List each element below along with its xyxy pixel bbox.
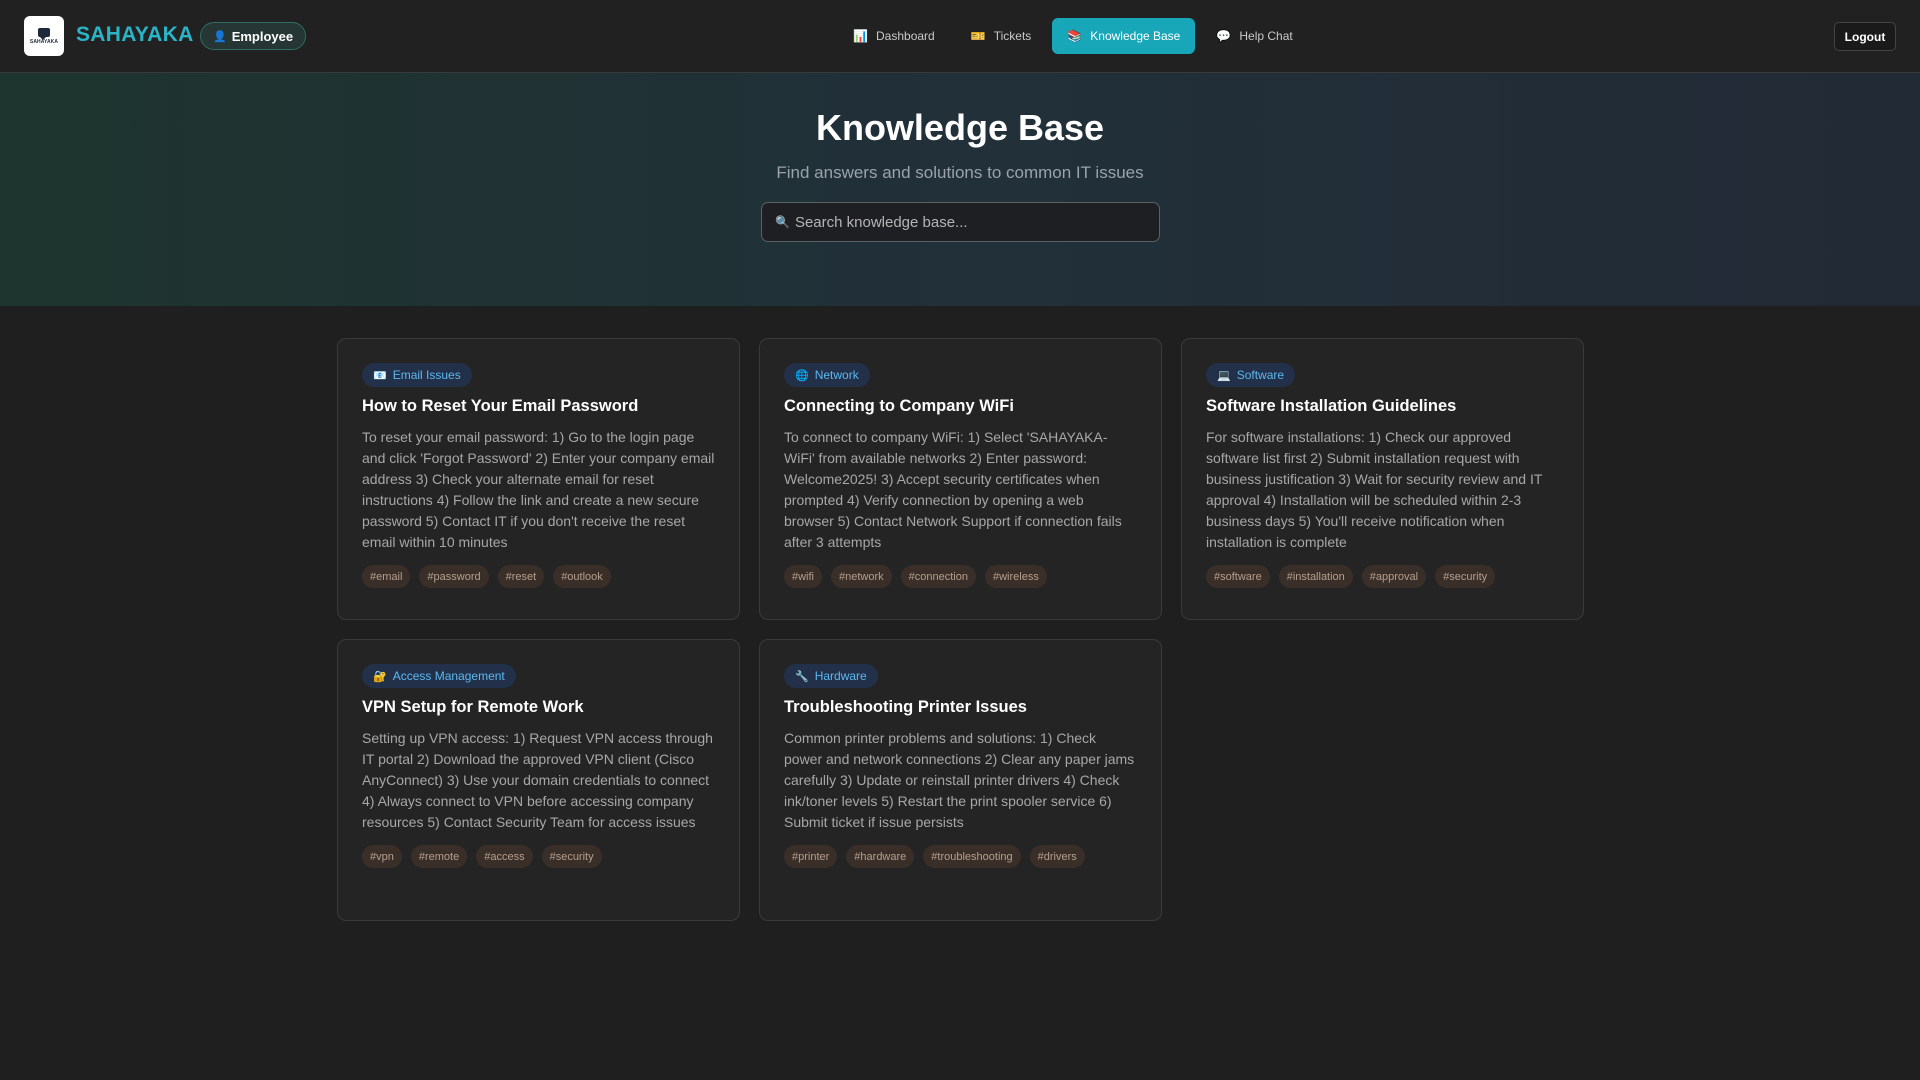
page-title: Knowledge Base xyxy=(815,107,1105,148)
tag[interactable]: #reset xyxy=(497,565,545,588)
nav-label: Dashboard xyxy=(876,29,935,43)
page-subtitle: Find answers and solutions to common IT … xyxy=(776,163,1144,182)
laptop-icon: 💻 xyxy=(1217,369,1231,382)
tag[interactable]: #printer xyxy=(784,845,838,868)
search-icon: 🔍 xyxy=(775,215,790,229)
tag-list: #email #password #reset #outlook xyxy=(362,565,715,588)
tag-list: #printer #hardware #troubleshooting #dri… xyxy=(784,845,1137,868)
tag[interactable]: #software xyxy=(1206,565,1270,588)
top-navbar: SAHAYAKA SAHAYAKA 👤 Employee 📊 Dashboard… xyxy=(0,0,1920,73)
wrench-icon: 🔧 xyxy=(795,670,809,683)
books-icon: 📚 xyxy=(1067,29,1083,43)
tag[interactable]: #remote xyxy=(410,845,468,868)
article-card[interactable]: 🌐 Network Connecting to Company WiFi To … xyxy=(759,338,1162,620)
category-badge: 🌐 Network xyxy=(784,363,870,387)
nav-knowledge-base[interactable]: 📚 Knowledge Base xyxy=(1052,18,1196,54)
globe-icon: 🌐 xyxy=(795,369,809,382)
tag[interactable]: #approval xyxy=(1361,565,1427,588)
nav-dashboard[interactable]: 📊 Dashboard xyxy=(838,18,950,54)
nav-tickets[interactable]: 🎫 Tickets xyxy=(956,18,1047,54)
user-icon: 👤 xyxy=(213,30,227,43)
role-badge-label: Employee xyxy=(231,28,294,44)
tag[interactable]: #access xyxy=(476,845,533,868)
article-body: To reset your email password: 1) Go to t… xyxy=(362,429,715,550)
category-badge: 📧 Email Issues xyxy=(362,363,472,387)
email-icon: 📧 xyxy=(373,369,387,382)
article-card[interactable]: 🔐 Access Management VPN Setup for Remote… xyxy=(337,639,740,921)
tag[interactable]: #security xyxy=(1435,565,1496,588)
tag[interactable]: #drivers xyxy=(1029,845,1085,868)
tag[interactable]: #vpn xyxy=(362,845,402,868)
role-badge: 👤 Employee xyxy=(200,22,307,50)
hero-section: Knowledge Base Find answers and solution… xyxy=(0,73,1920,306)
tag-list: #vpn #remote #access #security xyxy=(362,845,715,868)
article-card[interactable]: 🔧 Hardware Troubleshooting Printer Issue… xyxy=(759,639,1162,921)
nav-label: Tickets xyxy=(993,29,1032,43)
article-title[interactable]: Software Installation Guidelines xyxy=(1206,397,1559,416)
article-body: To connect to company WiFi: 1) Select 'S… xyxy=(784,429,1122,550)
nav-help-chat[interactable]: 💬 Help Chat xyxy=(1201,18,1307,54)
speech-bubble-icon: 💬 xyxy=(1216,29,1232,43)
tag[interactable]: #security xyxy=(541,845,602,868)
category-label: Network xyxy=(814,368,859,382)
category-badge: 🔐 Access Management xyxy=(362,664,516,688)
ticket-icon: 🎫 xyxy=(970,29,986,43)
article-title[interactable]: Connecting to Company WiFi xyxy=(784,397,1137,416)
bar-chart-icon: 📊 xyxy=(853,29,868,43)
category-label: Access Management xyxy=(392,669,505,683)
chat-bubble-icon xyxy=(38,27,50,40)
tag[interactable]: #connection xyxy=(900,565,976,588)
article-title[interactable]: Troubleshooting Printer Issues xyxy=(784,698,1137,717)
search-box[interactable]: 🔍 xyxy=(761,202,1160,242)
category-badge: 🔧 Hardware xyxy=(784,664,878,688)
tag[interactable]: #installation xyxy=(1278,565,1353,588)
app-logo[interactable]: SAHAYAKA xyxy=(24,16,64,56)
tag[interactable]: #password xyxy=(419,565,489,588)
tag[interactable]: #wireless xyxy=(984,565,1047,588)
brand-name[interactable]: SAHAYAKA xyxy=(76,23,194,47)
category-label: Software xyxy=(1236,368,1285,382)
article-card[interactable]: 💻 Software Software Installation Guideli… xyxy=(1181,338,1584,620)
article-title[interactable]: How to Reset Your Email Password xyxy=(362,397,715,416)
logout-button[interactable]: Logout xyxy=(1834,22,1896,51)
tag[interactable]: #network xyxy=(831,565,892,588)
nav-label: Help Chat xyxy=(1239,29,1293,43)
article-title[interactable]: VPN Setup for Remote Work xyxy=(362,698,715,717)
article-body: For software installations: 1) Check our… xyxy=(1206,429,1543,550)
article-body: Setting up VPN access: 1) Request VPN ac… xyxy=(362,730,713,830)
tag[interactable]: #wifi xyxy=(784,565,823,588)
category-label: Email Issues xyxy=(392,368,461,382)
tag-list: #wifi #network #connection #wireless xyxy=(784,565,1137,588)
search-input[interactable] xyxy=(794,213,1135,231)
article-body: Common printer problems and solutions: 1… xyxy=(784,730,1135,830)
nav-label: Knowledge Base xyxy=(1090,29,1181,43)
category-badge: 💻 Software xyxy=(1206,363,1296,387)
tag[interactable]: #troubleshooting xyxy=(923,845,1021,868)
tag-list: #software #installation #approval #secur… xyxy=(1206,565,1559,588)
tag[interactable]: #outlook xyxy=(553,565,611,588)
article-card[interactable]: 📧 Email Issues How to Reset Your Email P… xyxy=(337,338,740,620)
tag[interactable]: #hardware xyxy=(846,845,915,868)
tag[interactable]: #email xyxy=(362,565,411,588)
category-label: Hardware xyxy=(814,669,867,683)
lock-icon: 🔐 xyxy=(373,670,387,683)
main-nav: 📊 Dashboard 🎫 Tickets 📚 Knowledge Base 💬… xyxy=(838,18,1308,54)
